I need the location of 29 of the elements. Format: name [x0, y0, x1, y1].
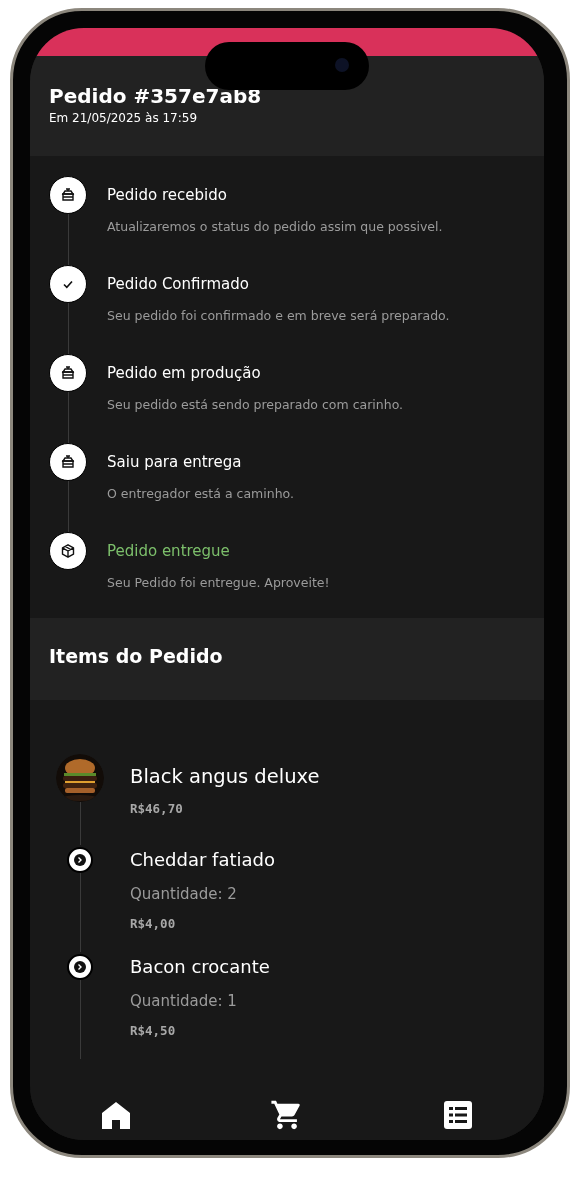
chevron-icon [67, 954, 93, 980]
step-description: Seu pedido está sendo preparado com carinho. [107, 397, 404, 413]
cooking-pot-icon [60, 454, 76, 470]
step-description: O entregador está a caminho. [107, 486, 294, 502]
box-icon [60, 543, 76, 559]
section-title: Items do Pedido [49, 645, 223, 667]
item-name: Black angus deluxe [130, 765, 320, 789]
step-title: Saiu para entrega [107, 452, 243, 472]
step-description: Atualizaremos o status do pedido assim que possivel. [107, 219, 443, 235]
item-price: R$4,00 [130, 916, 177, 932]
list-icon[interactable] [443, 1100, 474, 1130]
step-title: Pedido entregue [107, 541, 231, 561]
chevron-icon [67, 847, 93, 873]
item-quantity: Quantidade: 1 [130, 991, 238, 1011]
step-description: Seu Pedido foi entregue. Aproveite! [107, 575, 330, 591]
step-title: Pedido Confirmado [107, 274, 250, 294]
item-price: R$46,70 [130, 801, 184, 817]
step-title: Pedido recebido [107, 185, 228, 205]
item-name: Cheddar fatiado [130, 848, 275, 872]
item-name: Bacon crocante [130, 955, 270, 979]
step-description: Seu pedido foi confirmado e em breve será preparado. [107, 308, 450, 324]
item-quantity: Quantidade: 2 [130, 884, 238, 904]
order-date: Em 21/05/2025 às 17:59 [49, 110, 199, 126]
order-title: Pedido #357e7ab8 [49, 83, 263, 109]
cooking-pot-icon [60, 187, 76, 203]
home-icon[interactable] [100, 1101, 131, 1129]
item-price: R$4,50 [130, 1023, 177, 1039]
cooking-pot-icon [60, 365, 76, 381]
step-title: Pedido em produção [107, 363, 262, 383]
